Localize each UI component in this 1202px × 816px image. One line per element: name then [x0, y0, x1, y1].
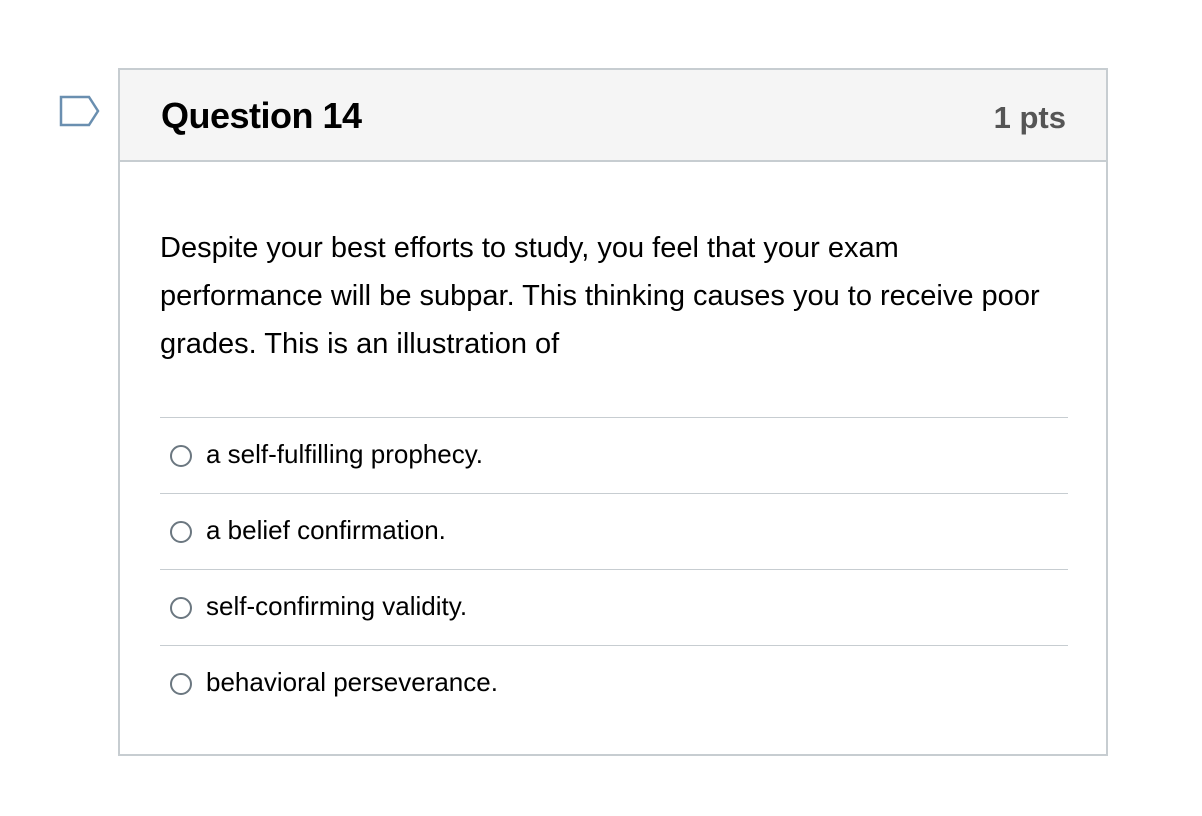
question-text: Despite your best efforts to study, you … — [160, 232, 1040, 360]
radio-button[interactable] — [170, 444, 192, 467]
question-points: 1 pts — [993, 100, 1066, 135]
question-header: Question 14 1 pts — [120, 70, 1106, 162]
answer-label: behavioral perseverance. — [206, 666, 498, 697]
flag-question-icon[interactable] — [59, 95, 101, 129]
answer-label: a belief confirmation. — [206, 514, 446, 545]
answer-option[interactable]: behavioral perseverance. — [160, 646, 1068, 721]
radio-button[interactable] — [170, 596, 192, 619]
answer-list: a self-fulfilling prophecy. a belief con… — [160, 417, 1068, 721]
answer-label: a self-fulfilling prophecy. — [206, 438, 483, 469]
answer-option[interactable]: a belief confirmation. — [160, 494, 1068, 570]
answer-label: self-confirming validity. — [206, 590, 468, 621]
question-title: Question 14 — [161, 95, 362, 136]
question-body: Despite your best efforts to study, you … — [120, 162, 1106, 721]
answer-option[interactable]: a self-fulfilling prophecy. — [160, 418, 1068, 494]
radio-button[interactable] — [170, 520, 192, 543]
radio-button[interactable] — [170, 672, 192, 695]
answer-option[interactable]: self-confirming validity. — [160, 570, 1068, 646]
question-card: Question 14 1 pts Despite your best effo… — [118, 68, 1108, 756]
